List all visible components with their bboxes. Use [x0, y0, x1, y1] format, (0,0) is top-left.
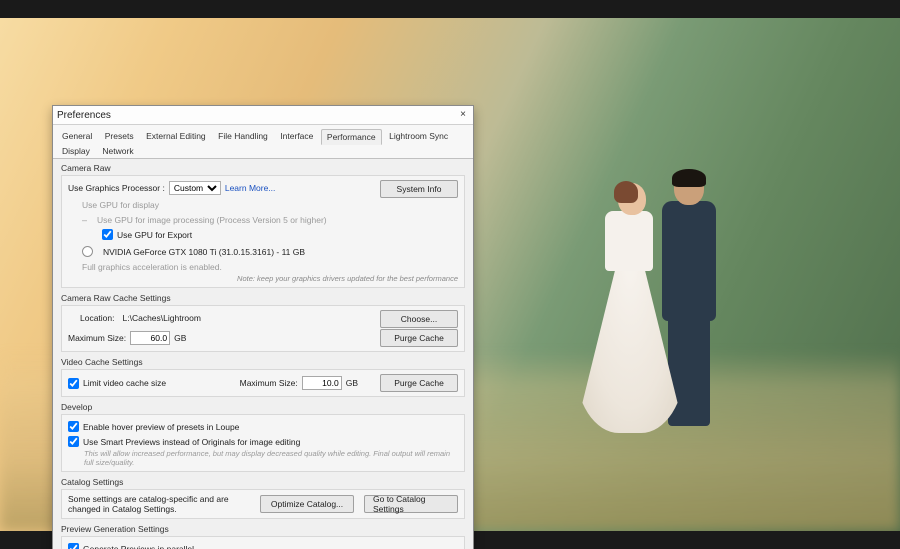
close-icon[interactable]: ×	[457, 109, 469, 121]
learn-more-link[interactable]: Learn More...	[225, 183, 276, 193]
purge-video-button[interactable]: Purge Cache	[380, 374, 458, 392]
tab-external-editing[interactable]: External Editing	[141, 129, 211, 143]
parallel-previews-checkbox[interactable]	[68, 543, 79, 549]
smart-previews-label: Use Smart Previews instead of Originals …	[83, 437, 300, 447]
choose-button[interactable]: Choose...	[380, 310, 458, 328]
video-max-label: Maximum Size:	[240, 378, 298, 388]
tab-interface[interactable]: Interface	[275, 129, 318, 143]
tab-strip: General Presets External Editing File Ha…	[53, 125, 473, 159]
parallel-previews-label: Generate Previews in parallel	[83, 544, 194, 549]
tab-performance[interactable]: Performance	[321, 129, 382, 145]
optimize-catalog-button[interactable]: Optimize Catalog...	[260, 495, 354, 513]
radio-icon	[82, 246, 93, 257]
gpu-name: NVIDIA GeForce GTX 1080 Ti (31.0.15.3161…	[103, 247, 305, 257]
tab-general[interactable]: General	[57, 129, 97, 143]
catalog-text: Some settings are catalog-specific and a…	[68, 494, 252, 514]
group-camera-raw: Camera Raw	[61, 163, 465, 173]
group-raw-cache: Camera Raw Cache Settings	[61, 293, 465, 303]
limit-video-label: Limit video cache size	[83, 378, 166, 388]
gpu-select[interactable]: Custom	[169, 181, 221, 195]
tab-display[interactable]: Display	[57, 144, 95, 158]
gpu-accel: Full graphics acceleration is enabled.	[82, 262, 222, 272]
dialog-title: Preferences	[57, 110, 457, 121]
preferences-dialog: Preferences × General Presets External E…	[52, 105, 474, 549]
group-preview-gen: Preview Generation Settings	[61, 524, 465, 534]
maxsize-label: Maximum Size:	[68, 333, 126, 343]
group-video-cache: Video Cache Settings	[61, 357, 465, 367]
gpu-export-checkbox[interactable]	[102, 229, 113, 240]
location-value: L:\Caches\Lightroom	[123, 313, 201, 323]
maxsize-unit: GB	[174, 333, 186, 343]
tab-lightroom-sync[interactable]: Lightroom Sync	[384, 129, 453, 143]
hover-preview-checkbox[interactable]	[68, 421, 79, 432]
location-label: Location:	[80, 313, 115, 323]
gpu-note: Note: keep your graphics drivers updated…	[68, 274, 458, 283]
video-unit: GB	[346, 378, 358, 388]
smart-previews-checkbox[interactable]	[68, 436, 79, 447]
hover-preview-label: Enable hover preview of presets in Loupe	[83, 422, 239, 432]
gpu-display-line: Use GPU for display	[82, 200, 159, 210]
develop-note: This will allow increased performance, b…	[84, 449, 458, 467]
system-info-button[interactable]: System Info	[380, 180, 458, 198]
maxsize-input[interactable]	[130, 331, 170, 345]
limit-video-checkbox[interactable]	[68, 378, 79, 389]
purge-raw-button[interactable]: Purge Cache	[380, 329, 458, 347]
tab-presets[interactable]: Presets	[100, 129, 139, 143]
titlebar: Preferences ×	[53, 106, 473, 125]
gpu-image-processing: Use GPU for image processing (Process Ve…	[97, 215, 327, 225]
catalog-settings-button[interactable]: Go to Catalog Settings	[364, 495, 458, 513]
tab-network[interactable]: Network	[97, 144, 138, 158]
label-gpu: Use Graphics Processor :	[68, 183, 165, 193]
group-catalog: Catalog Settings	[61, 477, 465, 487]
tree-dash: –	[82, 215, 87, 225]
tab-file-handling[interactable]: File Handling	[213, 129, 273, 143]
video-max-input[interactable]	[302, 376, 342, 390]
gpu-export-label: Use GPU for Export	[117, 230, 192, 240]
group-develop: Develop	[61, 402, 465, 412]
